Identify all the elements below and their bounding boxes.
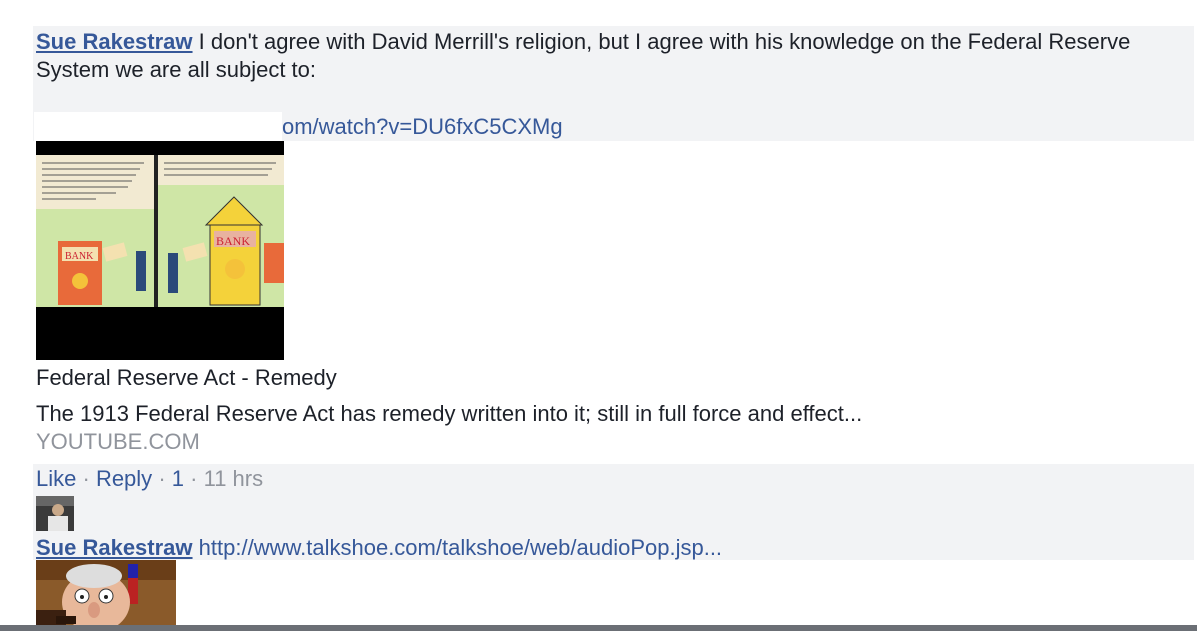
separator: · <box>82 466 90 491</box>
reply-link[interactable]: Reply <box>96 466 152 491</box>
avatar-image <box>36 496 74 531</box>
link-card-description: The 1913 Federal Reserve Act has remedy … <box>36 401 863 426</box>
like-link[interactable]: Like <box>36 466 76 491</box>
taskbar <box>0 625 1197 631</box>
comment-author-link[interactable]: Sue Rakestraw <box>36 535 193 560</box>
link-card-title[interactable]: Federal Reserve Act - Remedy <box>36 364 337 392</box>
separator: · <box>190 466 198 491</box>
bank-sign-left: BANK <box>65 251 94 262</box>
timestamp[interactable]: 11 hrs <box>204 466 264 491</box>
separator: · <box>158 466 166 491</box>
comment-body: Sue Rakestraw http://www.talkshoe.com/ta… <box>36 534 722 562</box>
link-card-domain: YOUTUBE.COM <box>36 429 200 454</box>
comment-body: Sue Rakestraw I don't agree with David M… <box>36 28 1136 84</box>
bank-sign-right: BANK <box>216 234 250 248</box>
comment-author-link[interactable]: Sue Rakestraw <box>36 29 193 54</box>
talkshoe-link[interactable]: http://www.talkshoe.com/talkshoe/web/aud… <box>199 535 722 560</box>
video-url-link[interactable]: om/watch?v=DU6fxC5CXMg <box>282 113 563 141</box>
avatar[interactable] <box>36 496 74 531</box>
like-count[interactable]: 1 <box>172 466 184 491</box>
judge-image <box>36 560 176 631</box>
url-mask <box>34 112 282 142</box>
comment-text: I don't agree with David Merrill's relig… <box>36 29 1131 82</box>
comment-actions: Like · Reply · 1 · 11 hrs <box>36 465 263 493</box>
comic-thumbnail-image: BANK BANK <box>36 141 284 360</box>
video-thumbnail[interactable]: BANK BANK <box>36 141 284 360</box>
attached-image[interactable] <box>36 560 176 631</box>
